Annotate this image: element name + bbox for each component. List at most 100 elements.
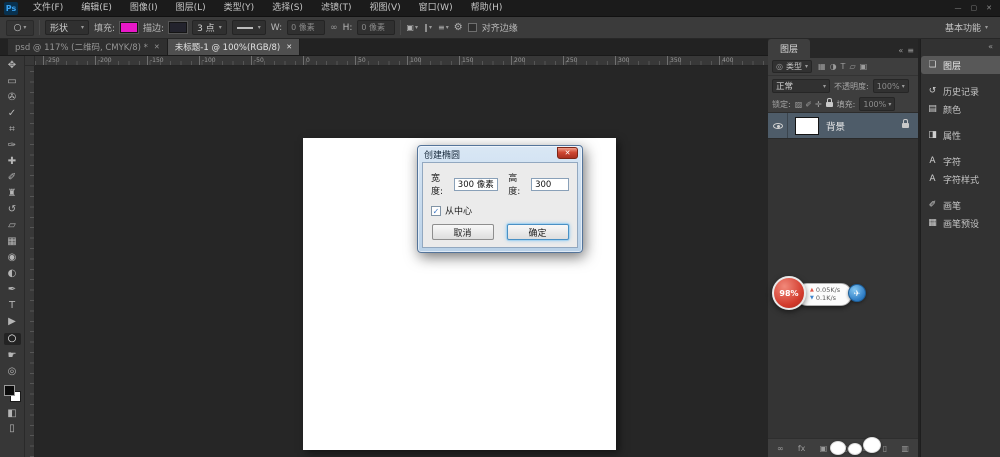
eraser-tool[interactable]: ▱	[4, 221, 21, 231]
path-operations-button[interactable]: ▣▾	[406, 23, 418, 32]
stroke-width-select[interactable]: 3 点 ▾	[192, 20, 227, 35]
eyedropper-tool[interactable]: ✑	[4, 141, 21, 151]
dock-item-color[interactable]: ▤颜色	[921, 100, 1000, 118]
menu-item-3[interactable]: 图层(L)	[167, 0, 215, 16]
color-swatches[interactable]	[4, 385, 21, 402]
fill-swatch[interactable]	[120, 22, 138, 33]
lasso-tool[interactable]: ✇	[4, 93, 21, 103]
quick-selection-tool[interactable]: ✓	[4, 109, 21, 119]
filter-type-icon[interactable]: T	[841, 62, 846, 71]
from-center-checkbox[interactable]: ✓	[431, 206, 441, 216]
canvas-area[interactable]	[35, 66, 768, 457]
menu-item-0[interactable]: 文件(F)	[24, 0, 72, 16]
layer-row-background[interactable]: 背景	[768, 113, 918, 139]
crop-tool[interactable]: ⌗	[4, 125, 21, 135]
blend-mode-select[interactable]: 正常 ▾	[772, 79, 830, 93]
dock-item-brush[interactable]: ✐画笔	[921, 196, 1000, 214]
lock-image-icon[interactable]: ✐	[805, 100, 812, 109]
shape-width-input[interactable]: 0 像素	[287, 20, 325, 35]
align-edges-checkbox[interactable]	[468, 23, 477, 32]
fill-field[interactable]: 100% ▾	[859, 97, 895, 111]
vertical-ruler[interactable]	[25, 66, 35, 457]
menu-item-5[interactable]: 选择(S)	[263, 0, 312, 16]
layer-style-icon[interactable]: fx	[798, 444, 806, 453]
opacity-field[interactable]: 100% ▾	[873, 79, 909, 93]
visibility-toggle[interactable]	[768, 113, 788, 138]
ellipse-height-input[interactable]: 300	[531, 178, 569, 191]
ok-button[interactable]: 确定	[507, 224, 569, 240]
horizontal-ruler[interactable]: -250-200-150-100-50050100150200250300350…	[35, 56, 768, 66]
link-dimensions-icon[interactable]: ∞	[330, 23, 338, 33]
path-selection-tool[interactable]: ▶	[4, 317, 21, 327]
collapse-panels-icon[interactable]: «	[898, 46, 903, 55]
rocket-icon[interactable]: ✈	[848, 284, 866, 302]
type-tool[interactable]: T	[4, 301, 21, 311]
menu-item-9[interactable]: 帮助(H)	[462, 0, 512, 16]
link-layers-icon[interactable]: ∞	[777, 444, 784, 453]
quick-mask-button[interactable]: ◧	[4, 409, 21, 419]
gradient-tool[interactable]: ▦	[4, 237, 21, 247]
clone-stamp-tool[interactable]: ♜	[4, 189, 21, 199]
layer-mask-icon[interactable]: ▣	[820, 444, 828, 453]
network-speed-widget[interactable]: ▲ 0.05K/s ▼ 0.1K/s 98% ✈	[772, 276, 866, 314]
dialog-title-bar[interactable]: 创建椭圆 ✕	[422, 146, 578, 162]
tool-preset-button[interactable]: ○ ▾	[6, 20, 34, 36]
zoom-tool[interactable]: ◎	[4, 367, 21, 377]
tool-mode-select[interactable]: 形状 ▾	[45, 20, 89, 35]
marquee-tool[interactable]: ▭	[4, 77, 21, 87]
document-tab-0[interactable]: psd @ 117% (二维码, CMYK/8) *✕	[8, 39, 168, 55]
menu-item-4[interactable]: 类型(Y)	[215, 0, 264, 16]
filter-adjustment-icon[interactable]: ◑	[830, 62, 837, 71]
close-tab-icon[interactable]: ✕	[154, 43, 160, 51]
close-window-button[interactable]: ✕	[986, 4, 992, 12]
stroke-style-select[interactable]: ▾	[232, 20, 266, 35]
document-tab-1[interactable]: 未标题-1 @ 100%(RGB/8)✕	[168, 39, 300, 55]
dock-item-character-styles[interactable]: A字符样式	[921, 170, 1000, 188]
spot-healing-tool[interactable]: ✚	[4, 157, 21, 167]
move-tool[interactable]: ✥	[4, 61, 21, 71]
lock-position-icon[interactable]: ✛	[815, 100, 822, 109]
dock-item-character[interactable]: A字符	[921, 152, 1000, 170]
speed-ball[interactable]: 98%	[772, 276, 806, 310]
maximize-button[interactable]: ▢	[971, 4, 978, 12]
dock-item-history[interactable]: ↺历史记录	[921, 82, 1000, 100]
dialog-close-button[interactable]: ✕	[557, 147, 578, 159]
menu-item-2[interactable]: 图像(I)	[121, 0, 167, 16]
dock-item-brush-presets[interactable]: ▦画笔预设	[921, 214, 1000, 232]
panel-menu-icon[interactable]: ≡	[907, 46, 914, 55]
dock-item-properties[interactable]: ◨属性	[921, 126, 1000, 144]
menu-item-1[interactable]: 编辑(E)	[72, 0, 121, 16]
tab-layers[interactable]: 图层	[768, 39, 810, 58]
lock-all-icon[interactable]	[826, 102, 833, 107]
minimize-button[interactable]: —	[955, 4, 962, 12]
ellipse-shape-tool[interactable]: ○	[4, 333, 21, 345]
dodge-tool[interactable]: ◐	[4, 269, 21, 279]
foreground-color-swatch[interactable]	[4, 385, 15, 396]
menu-item-8[interactable]: 窗口(W)	[410, 0, 462, 16]
layer-thumbnail[interactable]	[795, 117, 819, 135]
gear-icon[interactable]: ⚙	[454, 22, 463, 33]
blur-tool[interactable]: ◉	[4, 253, 21, 263]
delete-layer-icon[interactable]: ▥	[901, 444, 909, 453]
hand-tool[interactable]: ☛	[4, 351, 21, 361]
menu-item-7[interactable]: 视图(V)	[360, 0, 409, 16]
lock-transparency-icon[interactable]: ▨	[795, 100, 803, 109]
dock-item-layers[interactable]: ❏图层	[921, 56, 1000, 74]
menu-item-6[interactable]: 滤镜(T)	[312, 0, 361, 16]
screen-mode-button[interactable]: ▯	[4, 424, 21, 434]
new-layer-icon[interactable]: ▯	[883, 444, 887, 453]
ellipse-width-input[interactable]: 300 像素	[454, 178, 499, 191]
cancel-button[interactable]: 取消	[432, 224, 494, 240]
ruler-corner[interactable]	[25, 56, 35, 66]
history-brush-tool[interactable]: ↺	[4, 205, 21, 215]
stroke-swatch[interactable]	[169, 22, 187, 33]
workspace-switcher[interactable]: 基本功能 ▾	[939, 21, 994, 34]
filter-pixel-icon[interactable]: ▦	[818, 62, 826, 71]
brush-tool[interactable]: ✐	[4, 173, 21, 183]
shape-height-input[interactable]: 0 像素	[357, 20, 395, 35]
filter-type-select[interactable]: ◎ 类型 ▾	[772, 60, 812, 73]
close-tab-icon[interactable]: ✕	[286, 43, 292, 51]
path-alignment-button[interactable]: ‖▾	[424, 23, 432, 32]
filter-smart-object-icon[interactable]: ▣	[860, 62, 868, 71]
filter-shape-icon[interactable]: ▱	[849, 62, 855, 71]
